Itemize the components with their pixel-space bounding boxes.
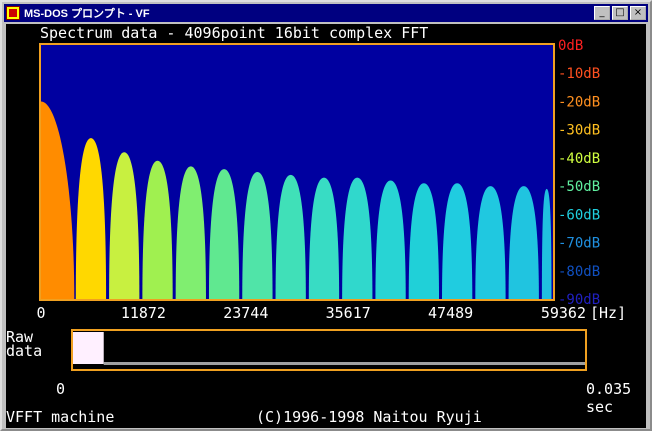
db-tick-label: 0dB	[558, 38, 583, 54]
time-end-label: 0.035	[586, 380, 631, 398]
db-tick-label: -70dB	[558, 236, 600, 252]
db-tick-label: -50dB	[558, 179, 600, 195]
window-title: MS-DOS プロンプト - VF	[24, 8, 150, 20]
hz-scale: 0 11872 23744 35617 47489 59362	[36, 304, 586, 322]
db-tick-label: -30dB	[558, 123, 600, 139]
hz-tick-label: 0	[36, 304, 45, 322]
spectrum-title: Spectrum data - 4096point 16bit complex …	[40, 24, 428, 42]
hz-tick-label: 59362	[541, 304, 586, 322]
title-bar[interactable]: MS-DOS プロンプト - VF _ □ ×	[4, 4, 648, 22]
hz-tick-label: 35617	[326, 304, 371, 322]
hz-unit-label: [Hz]	[590, 304, 626, 322]
hz-tick-label: 47489	[428, 304, 473, 322]
db-tick-label: -80dB	[558, 264, 600, 280]
footer-app-name: VFFT machine	[6, 408, 114, 426]
db-scale: 0dB -10dB -20dB -30dB -40dB -50dB -60dB -70dB -8…	[558, 38, 600, 308]
minimize-button[interactable]: _	[594, 6, 610, 20]
console-screen: Spectrum data - 4096point 16bit complex …	[6, 24, 646, 428]
db-tick-label: -40dB	[558, 151, 600, 167]
db-tick-label: -20dB	[558, 94, 600, 110]
hz-tick-label: 23744	[223, 304, 268, 322]
db-tick-label: -60dB	[558, 207, 600, 223]
raw-data-selection[interactable]	[73, 332, 104, 364]
dos-window: MS-DOS プロンプト - VF _ □ × Spectrum data - …	[0, 0, 652, 431]
db-tick-label: -10dB	[558, 66, 600, 82]
raw-label-line2: data	[6, 342, 42, 360]
msdos-app-icon[interactable]	[6, 6, 20, 20]
time-start-label: 0	[56, 380, 65, 398]
time-unit-label: sec	[586, 398, 613, 416]
close-button[interactable]: ×	[630, 6, 646, 20]
console-canvas: Spectrum data - 4096point 16bit complex …	[6, 24, 631, 426]
raw-data-trace	[103, 362, 585, 365]
maximize-button[interactable]: □	[612, 6, 628, 20]
hz-tick-label: 11872	[121, 304, 166, 322]
footer-copyright: (C)1996-1998 Naitou Ryuji	[256, 408, 482, 426]
